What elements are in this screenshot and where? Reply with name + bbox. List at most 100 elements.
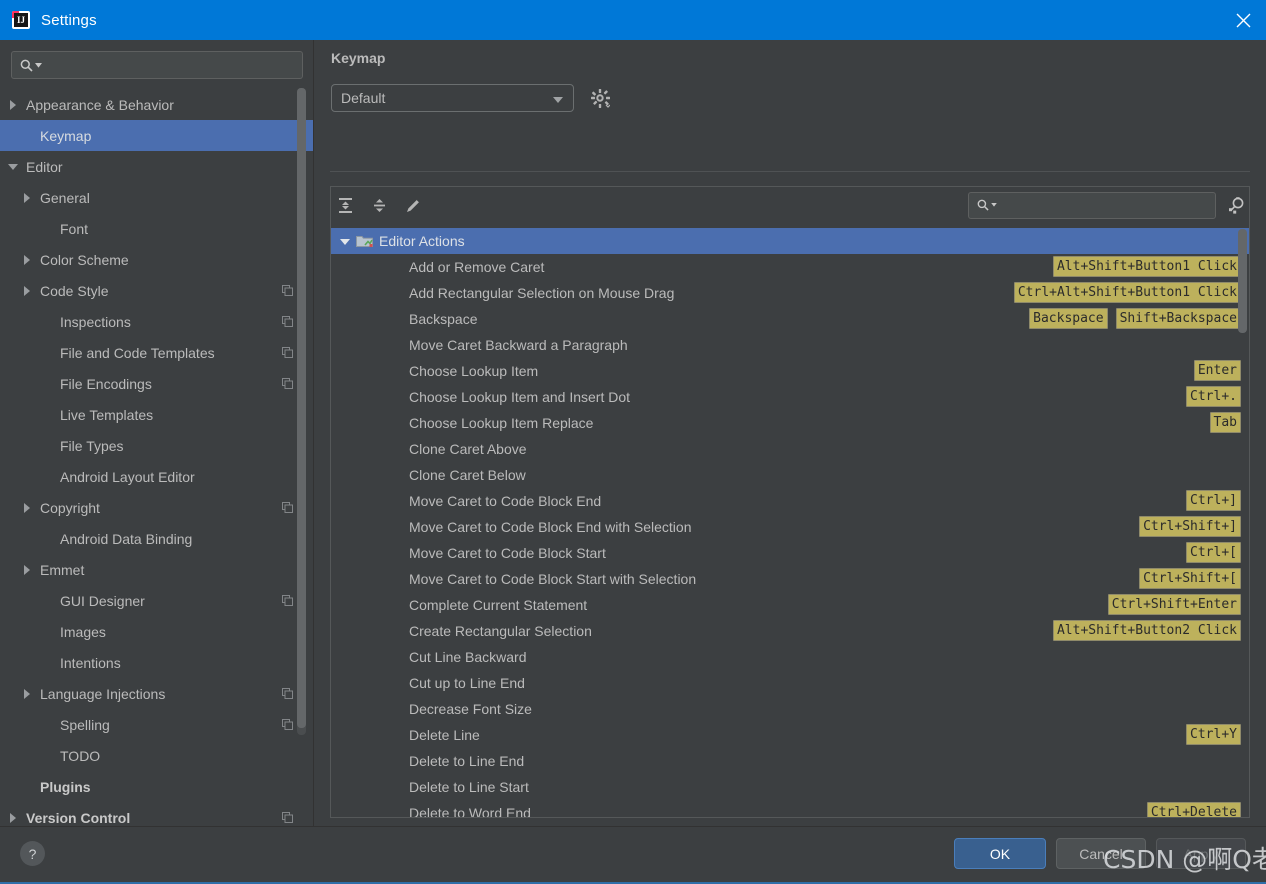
shortcut-badge[interactable]: Alt+Shift+Button2 Click — [1052, 620, 1241, 641]
help-button[interactable]: ? — [20, 841, 45, 866]
shortcut-badge[interactable]: Ctrl+Alt+Shift+Button1 Click — [1013, 282, 1241, 303]
sidebar-item-code-style[interactable]: Code Style — [0, 275, 313, 306]
sidebar-item-keymap[interactable]: Keymap — [0, 120, 313, 151]
shortcut-badge[interactable]: Alt+Shift+Button1 Click — [1052, 256, 1241, 277]
sidebar-item-editor[interactable]: Editor — [0, 151, 313, 182]
sidebar-item-label: Intentions — [60, 654, 121, 671]
chevron-right-icon[interactable] — [22, 564, 33, 575]
actions-group-row[interactable]: Editor Actions — [331, 228, 1249, 254]
sidebar-scrollbar[interactable] — [297, 88, 306, 735]
chevron-right-icon[interactable] — [22, 688, 33, 699]
sidebar-item-gui-designer[interactable]: GUI Designer — [0, 585, 313, 616]
action-row[interactable]: Add or Remove Caret Alt+Shift+Button1 Cli… — [331, 254, 1249, 280]
action-row[interactable]: Cut Line Backward — [331, 644, 1249, 670]
action-row[interactable]: Move Caret to Code Block End with Select… — [331, 514, 1249, 540]
sidebar-item-emmet[interactable]: Emmet — [0, 554, 313, 585]
shortcut-badge[interactable]: Ctrl+Shift+] — [1139, 516, 1241, 537]
action-row[interactable]: Move Caret to Code Block End Ctrl+] — [331, 488, 1249, 514]
action-row[interactable]: Cut up to Line End — [331, 670, 1249, 696]
action-label: Move Caret Backward a Paragraph — [409, 337, 628, 353]
shortcut-badge[interactable]: Ctrl+. — [1186, 386, 1241, 407]
action-row[interactable]: Add Rectangular Selection on Mouse Drag C… — [331, 280, 1249, 306]
sidebar-item-label: Color Scheme — [40, 251, 129, 268]
action-row[interactable]: Move Caret Backward a Paragraph — [331, 332, 1249, 358]
shortcut-badge[interactable]: Ctrl+Shift+[ — [1139, 568, 1241, 589]
action-row[interactable]: Choose Lookup Item Enter — [331, 358, 1249, 384]
actions-scrollbar[interactable] — [1238, 229, 1247, 817]
sidebar-item-intentions[interactable]: Intentions — [0, 647, 313, 678]
chevron-right-icon[interactable] — [22, 192, 33, 203]
action-row[interactable]: Move Caret to Code Block Start with Sele… — [331, 566, 1249, 592]
sidebar-item-plugins[interactable]: Plugins — [0, 771, 313, 802]
action-row[interactable]: Decrease Font Size — [331, 696, 1249, 722]
sidebar-item-label: General — [40, 189, 90, 206]
copy-settings-icon — [282, 316, 293, 327]
shortcut-list: Enter — [1193, 360, 1241, 381]
sidebar-item-language-injections[interactable]: Language Injections — [0, 678, 313, 709]
sidebar-search-box[interactable] — [11, 51, 303, 79]
action-row[interactable]: Choose Lookup Item and Insert Dot Ctrl+. — [331, 384, 1249, 410]
gear-icon[interactable] — [589, 87, 611, 109]
chevron-down-icon[interactable] — [8, 161, 19, 172]
chevron-down-icon[interactable] — [339, 235, 352, 248]
copy-settings-icon — [282, 502, 293, 513]
action-label: Delete to Line End — [409, 753, 525, 769]
shortcut-badge[interactable]: Backspace — [1029, 308, 1108, 329]
sidebar-item-copyright[interactable]: Copyright — [0, 492, 313, 523]
sidebar-item-live-templates[interactable]: Live Templates — [0, 399, 313, 430]
action-row[interactable]: Delete Line Ctrl+Y — [331, 722, 1249, 748]
keymap-select[interactable]: Default — [331, 84, 574, 112]
actions-scrollbar-thumb[interactable] — [1238, 229, 1247, 333]
action-row[interactable]: Choose Lookup Item Replace Tab — [331, 410, 1249, 436]
sidebar-scrollbar-thumb[interactable] — [297, 88, 306, 728]
sidebar-item-font[interactable]: Font — [0, 213, 313, 244]
chevron-right-icon[interactable] — [22, 502, 33, 513]
action-row[interactable]: Backspace Backspace Shift+Backspace — [331, 306, 1249, 332]
search-icon — [20, 59, 42, 72]
chevron-right-icon[interactable] — [8, 812, 19, 823]
action-row[interactable]: Clone Caret Above — [331, 436, 1249, 462]
sidebar-search-input[interactable] — [42, 57, 302, 73]
shortcut-badge[interactable]: Shift+Backspace — [1115, 308, 1241, 329]
action-row[interactable]: Clone Caret Below — [331, 462, 1249, 488]
window-title: Settings — [41, 11, 97, 29]
sidebar-item-todo[interactable]: TODO — [0, 740, 313, 771]
sidebar-item-general[interactable]: General — [0, 182, 313, 213]
sidebar-item-android-layout-editor[interactable]: Android Layout Editor — [0, 461, 313, 492]
action-label: Cut Line Backward — [409, 649, 527, 665]
chevron-right-icon[interactable] — [22, 285, 33, 296]
action-row[interactable]: Move Caret to Code Block Start Ctrl+[ — [331, 540, 1249, 566]
sidebar-item-color-scheme[interactable]: Color Scheme — [0, 244, 313, 275]
sidebar-item-file-and-code-templates[interactable]: File and Code Templates — [0, 337, 313, 368]
shortcut-badge[interactable]: Ctrl+Delete — [1146, 802, 1241, 817]
ok-button[interactable]: OK — [954, 838, 1046, 869]
shortcut-badge[interactable]: Enter — [1193, 360, 1241, 381]
shortcut-badge[interactable]: Ctrl+[ — [1186, 542, 1241, 563]
action-row[interactable]: Delete to Line Start — [331, 774, 1249, 800]
shortcut-badge[interactable]: Ctrl+Shift+Enter — [1107, 594, 1241, 615]
shortcut-badge[interactable]: Ctrl+] — [1186, 490, 1241, 511]
cancel-button[interactable]: Cancel — [1056, 838, 1146, 869]
action-row[interactable]: Delete to Line End — [331, 748, 1249, 774]
sidebar-item-label: Keymap — [40, 127, 92, 144]
sidebar-item-appearance-behavior[interactable]: Appearance & Behavior — [0, 89, 313, 120]
action-label: Clone Caret Below — [409, 467, 526, 483]
chevron-right-icon[interactable] — [22, 254, 33, 265]
sidebar-item-android-data-binding[interactable]: Android Data Binding — [0, 523, 313, 554]
shortcut-badge[interactable]: Ctrl+Y — [1186, 724, 1241, 745]
sidebar-item-inspections[interactable]: Inspections — [0, 306, 313, 337]
action-row[interactable]: Complete Current Statement Ctrl+Shift+Ent… — [331, 592, 1249, 618]
shortcut-badge[interactable]: Tab — [1209, 412, 1241, 433]
sidebar-item-file-types[interactable]: File Types — [0, 430, 313, 461]
sidebar-item-file-encodings[interactable]: File Encodings — [0, 368, 313, 399]
chevron-right-icon[interactable] — [8, 99, 19, 110]
close-icon[interactable] — [1220, 0, 1266, 40]
sidebar-item-spelling[interactable]: Spelling — [0, 709, 313, 740]
sidebar-item-images[interactable]: Images — [0, 616, 313, 647]
action-row[interactable]: Delete to Word End Ctrl+Delete — [331, 800, 1249, 817]
sidebar-item-version-control[interactable]: Version Control — [0, 802, 313, 826]
action-row[interactable]: Create Rectangular Selection Alt+Shift+Bu… — [331, 618, 1249, 644]
shortcut-list: Alt+Shift+Button2 Click — [1052, 620, 1241, 641]
